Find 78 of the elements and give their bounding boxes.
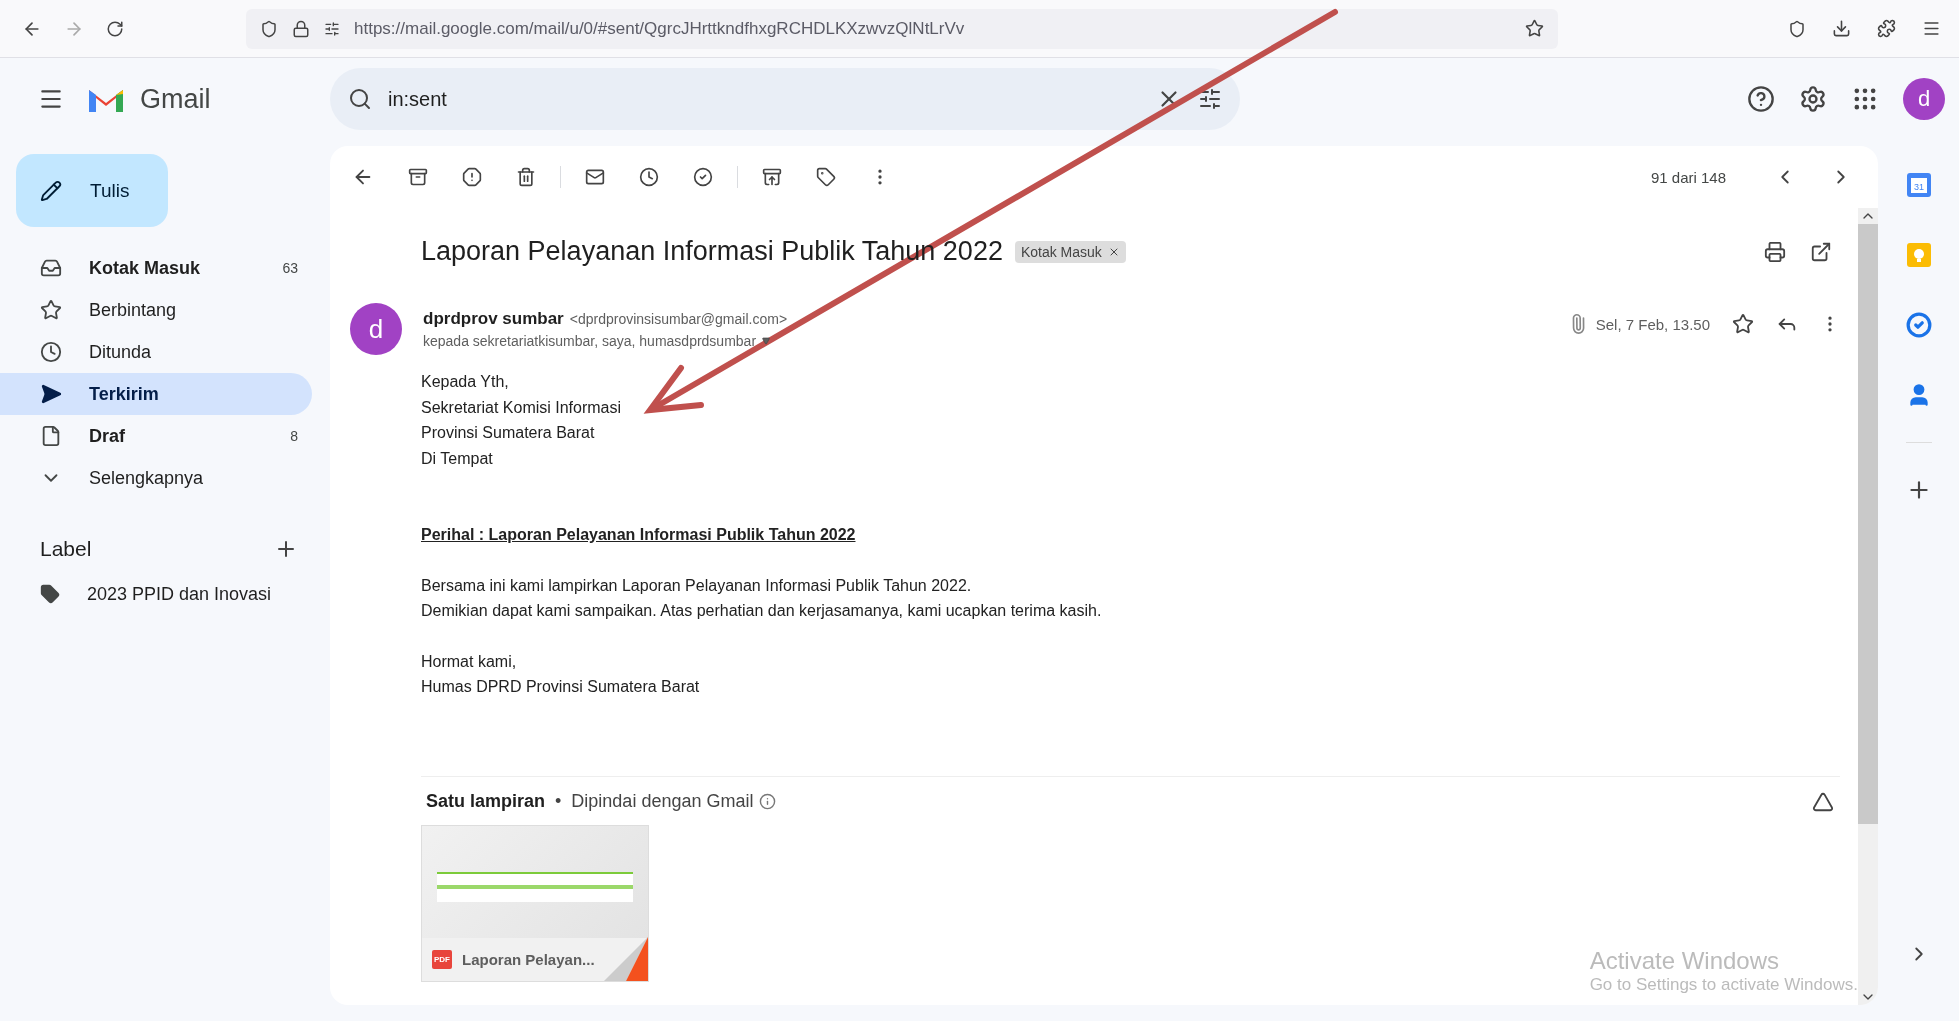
nav-item[interactable]: Terkirim — [0, 373, 312, 415]
clock-icon — [40, 341, 62, 363]
windows-notice-title: Activate Windows — [1589, 947, 1781, 975]
page-fold-icon — [604, 936, 648, 981]
help-icon[interactable] — [1747, 85, 1775, 113]
filter-sliders-icon[interactable] — [1198, 87, 1222, 111]
pagination-text: 91 dari 148 — [1650, 168, 1726, 186]
attachment-card[interactable]: PDF Laporan Pelayan... — [421, 824, 649, 982]
scrollbar[interactable] — [1858, 208, 1878, 1005]
scan-note: Dipindai dengan Gmail — [571, 791, 754, 812]
label-item[interactable]: 2023 PPID dan Inovasi — [0, 573, 312, 615]
body-text: Humas DPRD Provinsi Sumatera Barat — [421, 677, 701, 697]
delete-icon[interactable] — [516, 167, 536, 187]
task-check-icon[interactable] — [1905, 312, 1932, 338]
attachments-heading: Satu lampiran — [426, 791, 546, 812]
labels-heading: Label — [40, 537, 93, 561]
unread-count: 63 — [282, 260, 298, 276]
unread-count: 8 — [290, 428, 298, 444]
body-text: Di Tempat — [421, 448, 494, 469]
permissions-icon[interactable] — [324, 20, 340, 37]
search-icon[interactable] — [348, 87, 372, 111]
shield-icon[interactable] — [260, 19, 278, 38]
subject-heading: Perihal : Laporan Pelayanan Informasi Publik Tahun 2022 — [421, 525, 857, 545]
settings-icon[interactable] — [1799, 85, 1827, 113]
label-icon[interactable] — [816, 167, 836, 187]
nav-item[interactable]: Ditunda — [0, 331, 312, 373]
nav-item[interactable]: Berbintang — [0, 289, 312, 331]
clock-icon[interactable] — [639, 167, 659, 187]
archive-icon[interactable] — [408, 167, 428, 187]
pencil-icon — [40, 179, 62, 202]
calendar-day: 31 — [1913, 182, 1924, 192]
nav-item[interactable]: Selengkapnya — [0, 457, 312, 499]
star-icon — [40, 299, 62, 321]
app-name: Gmail — [140, 83, 211, 115]
account-avatar[interactable]: d — [1903, 78, 1945, 120]
body-text: Bersama ini kami lampirkan Laporan Pelayanan Informasi Publik Tahun 2022. — [421, 575, 973, 596]
info-icon[interactable] — [759, 793, 777, 810]
windows-notice-text: Go to Settings to activate Windows. — [1589, 975, 1858, 995]
sender-avatar: d — [350, 303, 402, 355]
compose-button[interactable]: Tulis — [16, 154, 168, 227]
add-task-icon[interactable] — [693, 167, 713, 187]
print-icon[interactable] — [1764, 240, 1786, 263]
body-text: Sekretariat Komisi Informasi — [421, 397, 623, 418]
menu-icon[interactable] — [1922, 19, 1941, 38]
mail-icon[interactable] — [585, 167, 605, 187]
search-query: in:sent — [388, 87, 447, 111]
pdf-icon: PDF — [432, 949, 452, 969]
lock-icon — [292, 19, 310, 38]
external-link-icon[interactable] — [1810, 240, 1832, 263]
move-to-icon[interactable] — [762, 167, 782, 187]
caret-icon[interactable] — [762, 337, 771, 345]
send-icon — [40, 383, 62, 405]
url-text: https://mail.google.com/mail/u/0/#sent/QgrcJHrttkndfhxgRCHDLKXzwvzQlNtLrVv — [354, 18, 966, 39]
search-field[interactable]: in:sent — [330, 68, 1240, 130]
reload-icon[interactable] — [106, 19, 124, 38]
sender-name: dprdprov sumbar — [423, 309, 564, 329]
body-text: Kepada Yth, — [421, 372, 510, 392]
tag-icon — [40, 584, 60, 604]
nav-item[interactable]: Kotak Masuk 63 — [0, 247, 312, 289]
sender-email: <dprdprovinsisumbar@gmail.com> — [569, 311, 788, 327]
star-icon[interactable] — [1732, 313, 1754, 335]
draft-icon — [40, 425, 62, 447]
report-spam-icon[interactable] — [462, 167, 482, 187]
download-icon[interactable] — [1832, 19, 1851, 38]
file-name: Laporan Pelayan... — [462, 950, 595, 968]
calendar-icon[interactable]: 31 — [1905, 172, 1932, 198]
body-text: Hormat kami, — [421, 651, 518, 672]
date-text: Sel, 7 Feb, 13.50 — [1595, 315, 1710, 333]
nav-item[interactable]: Draf 8 — [0, 415, 312, 457]
body-text: Provinsi Sumatera Barat — [421, 423, 596, 443]
extensions-icon[interactable] — [1877, 19, 1896, 38]
body-text: Demikian dapat kami sampaikan. Atas perhatian dan kerjasamanya, kami ucapkan terima kasih. — [421, 601, 1103, 621]
inbox-tag[interactable]: Kotak Masuk — [1014, 240, 1126, 263]
inbox-icon — [40, 257, 62, 279]
address-bar[interactable]: https://mail.google.com/mail/u/0/#sent/QgrcJHrttkndfhxgRCHDLKXzwvzQlNtLrVv — [246, 8, 1558, 49]
separator-dot: • — [555, 791, 562, 812]
recipients-text: kepada sekretariatkisumbar, saya, humasdprdsumbar — [423, 333, 757, 349]
bookmark-star-icon[interactable] — [1525, 19, 1544, 38]
